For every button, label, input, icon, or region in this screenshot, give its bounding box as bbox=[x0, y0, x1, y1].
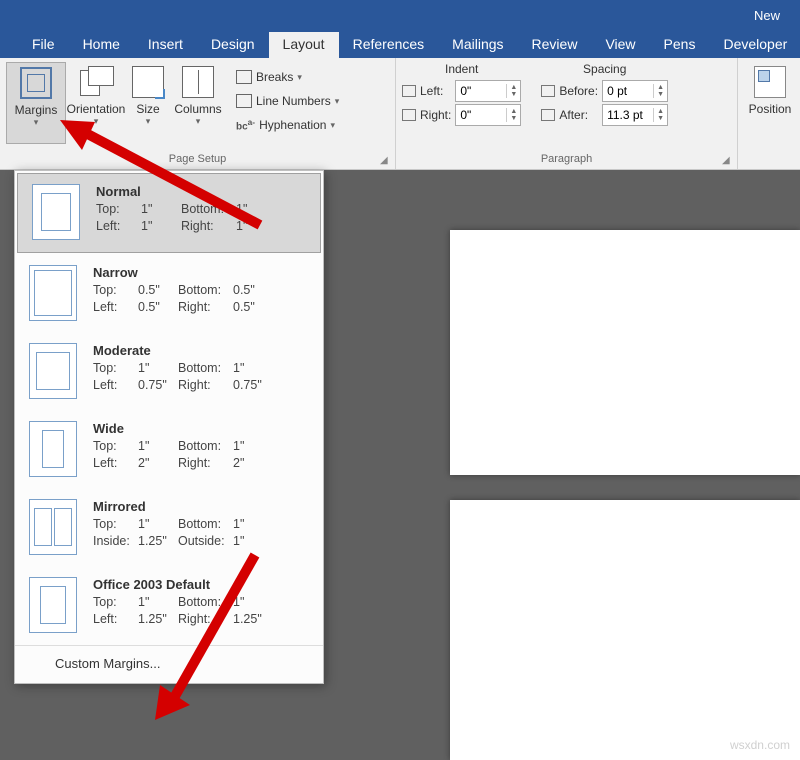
group-paragraph: Indent Left: ▲▼ Right: ▲▼ Spacing Before… bbox=[396, 58, 738, 169]
chevron-down-icon: ▾ bbox=[335, 96, 340, 107]
indent-left-input[interactable]: ▲▼ bbox=[455, 80, 521, 102]
indent-right-icon bbox=[402, 109, 416, 121]
preset-title: Wide bbox=[93, 421, 309, 436]
spacing-after-input[interactable]: ▲▼ bbox=[602, 104, 668, 126]
columns-icon bbox=[182, 66, 214, 98]
chevron-down-icon: ▾ bbox=[94, 116, 99, 127]
group-label-paragraph: Paragraph bbox=[402, 151, 731, 167]
margin-preset-icon bbox=[29, 499, 77, 555]
position-button[interactable]: Position bbox=[744, 62, 796, 144]
tab-file[interactable]: File bbox=[18, 32, 69, 58]
tab-review[interactable]: Review bbox=[518, 32, 592, 58]
tab-mailings[interactable]: Mailings bbox=[438, 32, 517, 58]
page-setup-launcher[interactable]: ◢ bbox=[380, 155, 392, 167]
page-2[interactable] bbox=[450, 500, 800, 760]
margin-preset-narrow[interactable]: NarrowTop:0.5"Bottom:0.5"Left:0.5"Right:… bbox=[15, 255, 323, 333]
tab-developer[interactable]: Developer bbox=[709, 32, 800, 58]
preset-title: Normal bbox=[96, 184, 306, 199]
preset-title: Narrow bbox=[93, 265, 309, 280]
position-icon bbox=[754, 66, 786, 98]
size-label: Size bbox=[136, 102, 159, 116]
spacing-before-icon bbox=[541, 85, 555, 97]
chevron-down-icon: ▾ bbox=[146, 116, 151, 127]
hyphenation-label: Hyphenation bbox=[259, 118, 326, 132]
ribbon-tabs: File Home Insert Design Layout Reference… bbox=[0, 30, 800, 58]
chevron-down-icon: ▾ bbox=[330, 120, 335, 131]
tab-layout[interactable]: Layout bbox=[269, 32, 339, 58]
hyphenation-button[interactable]: bca- Hyphenation ▾ bbox=[232, 114, 343, 136]
spacing-after-icon bbox=[541, 109, 555, 121]
preset-title: Moderate bbox=[93, 343, 309, 358]
indent-heading: Indent bbox=[402, 62, 521, 76]
position-label: Position bbox=[749, 102, 792, 116]
line-numbers-button[interactable]: Line Numbers ▾ bbox=[232, 90, 343, 112]
margin-preset-icon bbox=[29, 577, 77, 633]
tab-design[interactable]: Design bbox=[197, 32, 269, 58]
preset-title: Office 2003 Default bbox=[93, 577, 309, 592]
margins-dropdown: NormalTop:1"Bottom:1"Left:1"Right:1"Narr… bbox=[14, 170, 324, 684]
tab-view[interactable]: View bbox=[591, 32, 649, 58]
margin-preset-office-2003-default[interactable]: Office 2003 DefaultTop:1"Bottom:1"Left:1… bbox=[15, 567, 323, 645]
indent-left-icon bbox=[402, 85, 416, 97]
margin-preset-moderate[interactable]: ModerateTop:1"Bottom:1"Left:0.75"Right:0… bbox=[15, 333, 323, 411]
spacing-before-label: Before: bbox=[559, 84, 598, 98]
group-label-page-setup: Page Setup bbox=[6, 151, 389, 167]
hyphenation-icon: bca- bbox=[236, 117, 255, 132]
ribbon: Margins ▾ Orientation ▾ Size ▾ Columns ▾ bbox=[0, 58, 800, 170]
breaks-icon bbox=[236, 70, 252, 84]
columns-label: Columns bbox=[174, 102, 221, 116]
margin-preset-icon bbox=[29, 421, 77, 477]
indent-right-label: Right: bbox=[420, 108, 451, 122]
watermark: wsxdn.com bbox=[730, 738, 790, 752]
line-numbers-icon bbox=[236, 94, 252, 108]
chevron-down-icon: ▾ bbox=[196, 116, 201, 127]
chevron-down-icon: ▾ bbox=[34, 117, 39, 128]
margin-preset-mirrored[interactable]: MirroredTop:1"Bottom:1"Inside:1.25"Outsi… bbox=[15, 489, 323, 567]
margin-preset-icon bbox=[29, 343, 77, 399]
margins-label: Margins bbox=[15, 103, 58, 117]
chevron-down-icon: ▾ bbox=[297, 72, 302, 83]
group-page-setup: Margins ▾ Orientation ▾ Size ▾ Columns ▾ bbox=[0, 58, 396, 169]
size-icon bbox=[132, 66, 164, 98]
indent-right-input[interactable]: ▲▼ bbox=[455, 104, 521, 126]
line-numbers-label: Line Numbers bbox=[256, 94, 331, 108]
columns-button[interactable]: Columns ▾ bbox=[170, 62, 226, 144]
document-title: New bbox=[754, 8, 780, 23]
margin-preset-icon bbox=[29, 265, 77, 321]
custom-margins-item[interactable]: Custom Margins... bbox=[15, 646, 323, 683]
tab-insert[interactable]: Insert bbox=[134, 32, 197, 58]
size-button[interactable]: Size ▾ bbox=[126, 62, 170, 144]
tab-pens[interactable]: Pens bbox=[650, 32, 710, 58]
margin-preset-icon bbox=[32, 184, 80, 240]
breaks-button[interactable]: Breaks ▾ bbox=[232, 66, 343, 88]
orientation-icon bbox=[80, 66, 112, 98]
group-arrange: Position bbox=[738, 58, 798, 169]
page-1[interactable] bbox=[450, 230, 800, 475]
tab-references[interactable]: References bbox=[339, 32, 439, 58]
margins-button[interactable]: Margins ▾ bbox=[6, 62, 66, 144]
spacing-before-input[interactable]: ▲▼ bbox=[602, 80, 668, 102]
margins-icon bbox=[20, 67, 52, 99]
tab-home[interactable]: Home bbox=[69, 32, 134, 58]
preset-title: Mirrored bbox=[93, 499, 309, 514]
margin-preset-wide[interactable]: WideTop:1"Bottom:1"Left:2"Right:2" bbox=[15, 411, 323, 489]
orientation-button[interactable]: Orientation ▾ bbox=[66, 62, 126, 144]
margin-preset-normal[interactable]: NormalTop:1"Bottom:1"Left:1"Right:1" bbox=[17, 173, 321, 253]
spacing-heading: Spacing bbox=[541, 62, 668, 76]
orientation-label: Orientation bbox=[67, 102, 126, 116]
indent-left-label: Left: bbox=[420, 84, 451, 98]
spacing-after-label: After: bbox=[559, 108, 598, 122]
paragraph-launcher[interactable]: ◢ bbox=[722, 155, 734, 167]
breaks-label: Breaks bbox=[256, 70, 293, 84]
title-bar: New bbox=[0, 0, 800, 30]
